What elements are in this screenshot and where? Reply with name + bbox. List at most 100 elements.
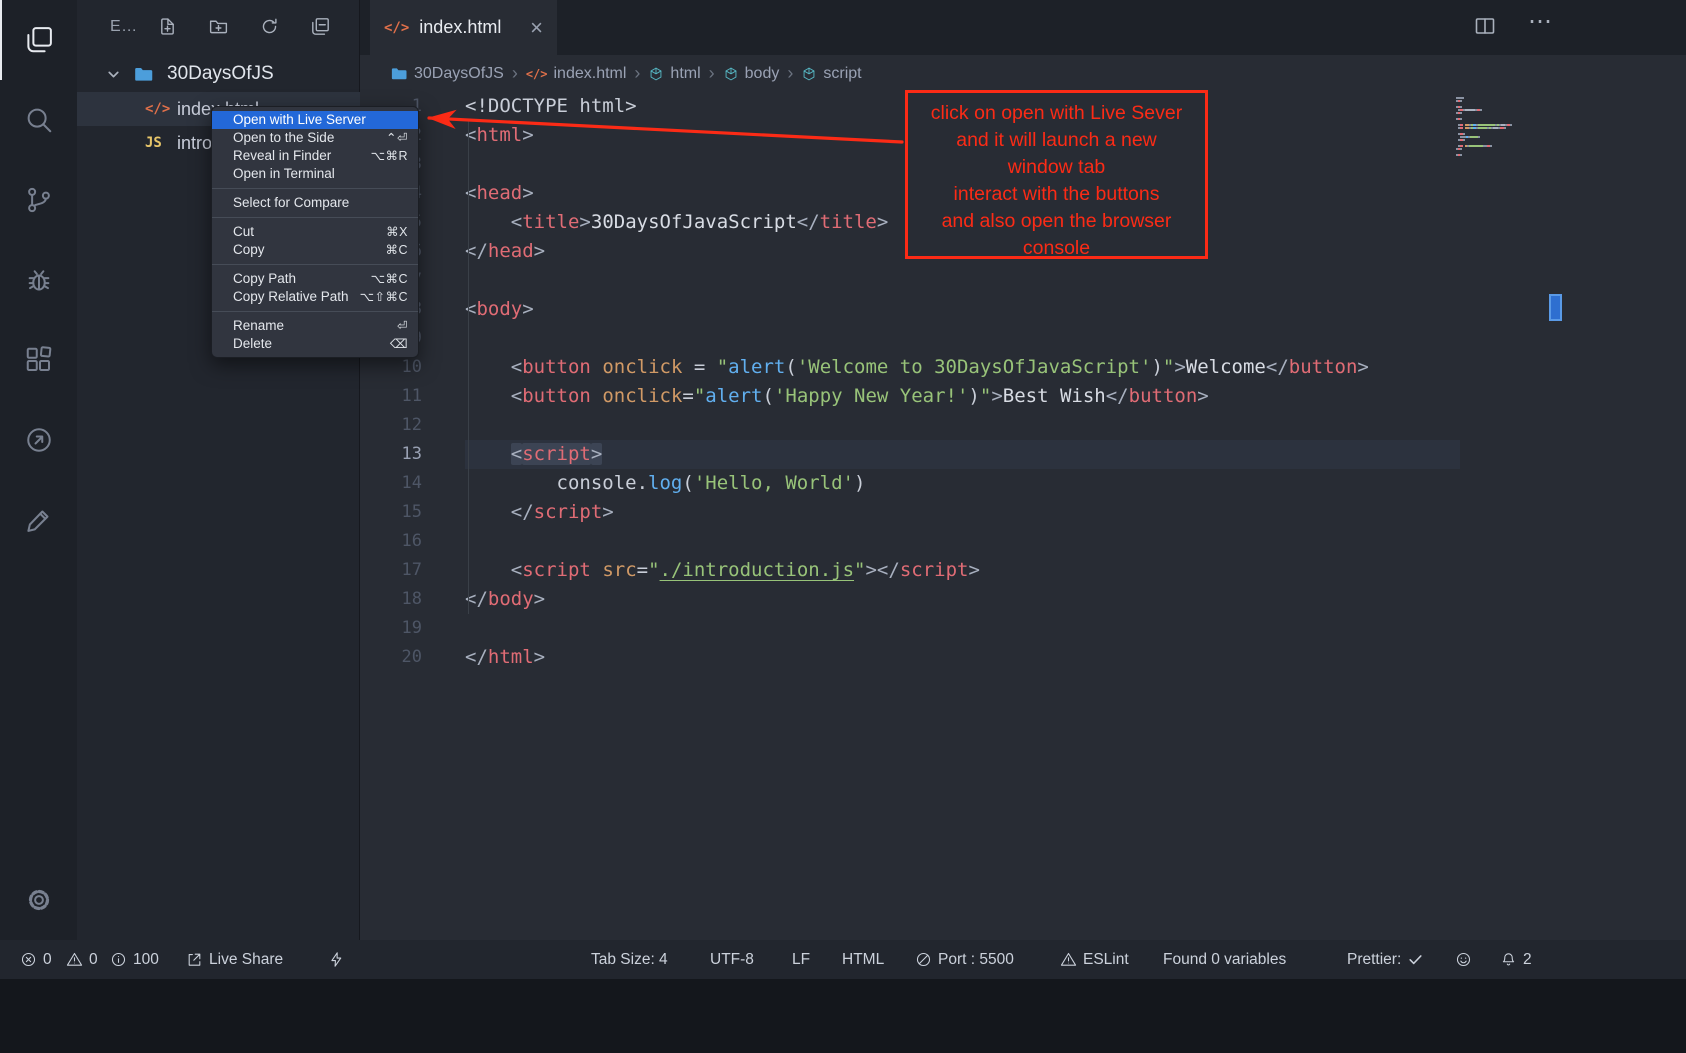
- folder-row-30daysofjs[interactable]: 30DaysOfJS: [77, 57, 360, 91]
- minimap-bar: [1510, 124, 1512, 126]
- code-token: >: [602, 501, 613, 523]
- refresh-icon[interactable]: [259, 16, 280, 42]
- notifications-bell[interactable]: 2: [1500, 940, 1532, 979]
- code-token: alert: [728, 356, 785, 378]
- minimap-line: [1456, 139, 1548, 141]
- problems-warnings[interactable]: 0: [66, 940, 98, 979]
- menu-item-cut[interactable]: Cut ⌘X: [212, 223, 418, 241]
- minimap-line: [1456, 151, 1548, 153]
- chevron-right-icon: ›: [634, 63, 640, 84]
- breadcrumb-file[interactable]: </> index.html: [526, 65, 627, 83]
- folder-icon: [133, 64, 154, 85]
- menu-item-open-with-live-server[interactable]: Open with Live Server: [212, 111, 418, 129]
- activity-run-debug[interactable]: [0, 240, 77, 320]
- code-line[interactable]: 15 </script>: [360, 498, 1686, 527]
- port-indicator[interactable]: Port : 5500: [915, 940, 1014, 979]
- breadcrumb-folder[interactable]: 30DaysOfJS: [390, 65, 504, 83]
- activity-live-preview[interactable]: [0, 400, 77, 480]
- tab-size-indicator[interactable]: Tab Size: 4: [591, 940, 668, 979]
- code-token: [591, 385, 602, 407]
- breadcrumb-html[interactable]: html: [648, 65, 700, 83]
- minimap[interactable]: [1456, 97, 1548, 157]
- live-share-button[interactable]: Live Share: [186, 940, 283, 979]
- code-token: [465, 472, 557, 494]
- minimap-line: [1456, 115, 1548, 117]
- info-indicator[interactable]: 100: [110, 940, 159, 979]
- collapse-folders-icon[interactable]: [310, 16, 331, 42]
- minimap-bar: [1480, 109, 1482, 111]
- menu-shortcut: ⌥⇧⌘C: [360, 288, 408, 306]
- menu-item-copy-relative-path[interactable]: Copy Relative Path ⌥⇧⌘C: [212, 288, 418, 306]
- code-line[interactable]: 9: [360, 324, 1686, 353]
- split-editor-icon[interactable]: [1473, 14, 1497, 43]
- window-bottom-strip: [0, 979, 1686, 1053]
- menu-item-copy-path[interactable]: Copy Path ⌥⌘C: [212, 270, 418, 288]
- line-number: 13: [360, 440, 422, 469]
- code-token: button: [1289, 356, 1358, 378]
- eol-indicator[interactable]: LF: [792, 940, 810, 979]
- bolt-icon: [328, 951, 345, 968]
- code-line[interactable]: 10 <button onclick = "alert('Welcome to …: [360, 353, 1686, 382]
- indent-guide: [468, 121, 469, 614]
- minimap-line: [1456, 142, 1548, 144]
- menu-item-open-to-the-side[interactable]: Open to the Side ⌃⏎: [212, 129, 418, 147]
- code-token: [591, 559, 602, 581]
- activity-search[interactable]: [0, 80, 77, 160]
- code-line[interactable]: 19: [360, 614, 1686, 643]
- code-line[interactable]: 20</html>: [360, 643, 1686, 672]
- menu-item-select-for-compare[interactable]: Select for Compare: [212, 194, 418, 212]
- code-text: <script>: [465, 440, 1460, 469]
- prettier-indicator[interactable]: Prettier:: [1347, 940, 1424, 979]
- language-indicator[interactable]: HTML: [842, 940, 884, 979]
- activity-extensions[interactable]: [0, 320, 77, 400]
- problems-errors[interactable]: 0: [20, 940, 52, 979]
- eslint-indicator[interactable]: ESLint: [1060, 940, 1129, 979]
- menu-item-rename[interactable]: Rename ⏎: [212, 317, 418, 335]
- minimap-line: [1456, 154, 1548, 156]
- code-token: [465, 443, 511, 465]
- activity-explorer[interactable]: [0, 0, 77, 80]
- bolt-indicator[interactable]: [328, 940, 345, 979]
- code-token: ": [1163, 356, 1174, 378]
- menu-item-reveal-in-finder[interactable]: Reveal in Finder ⌥⌘R: [212, 147, 418, 165]
- more-actions-icon[interactable]: ⋯: [1528, 10, 1553, 34]
- activity-source-control[interactable]: [0, 160, 77, 240]
- menu-shortcut: ⌘C: [385, 241, 408, 259]
- tab-index-html[interactable]: </> index.html ×: [370, 0, 557, 55]
- code-line[interactable]: 7: [360, 266, 1686, 295]
- code-line[interactable]: 12: [360, 411, 1686, 440]
- minimap-line: [1456, 109, 1548, 111]
- breadcrumb-body[interactable]: body: [723, 65, 780, 83]
- close-icon[interactable]: ×: [530, 18, 543, 38]
- code-line[interactable]: 17 <script src="./introduction.js"></scr…: [360, 556, 1686, 585]
- menu-item-open-in-terminal[interactable]: Open in Terminal: [212, 165, 418, 183]
- code-line[interactable]: 18</body>: [360, 585, 1686, 614]
- code-token: button: [522, 385, 591, 407]
- chevron-right-icon: ›: [709, 63, 715, 84]
- breadcrumb-label: index.html: [554, 65, 627, 83]
- feedback-smiley[interactable]: [1455, 940, 1472, 979]
- code-line[interactable]: 13 <script>: [360, 440, 1686, 469]
- bug-icon: [24, 265, 54, 295]
- pen-icon: [24, 505, 54, 535]
- menu-item-delete[interactable]: Delete ⌫: [212, 335, 418, 353]
- annotation-box: click on open with Live Sever and it wil…: [905, 90, 1208, 259]
- code-token: [591, 356, 602, 378]
- code-token: >: [522, 298, 533, 320]
- code-token: [465, 356, 511, 378]
- code-line[interactable]: 8<body>: [360, 295, 1686, 324]
- new-file-icon[interactable]: [157, 16, 178, 42]
- activity-pen-tool[interactable]: [0, 480, 77, 560]
- breadcrumb-script[interactable]: script: [801, 65, 861, 83]
- code-token: log: [648, 472, 682, 494]
- new-folder-icon[interactable]: [208, 16, 229, 42]
- code-token: body: [476, 298, 522, 320]
- smiley-icon: [1455, 951, 1472, 968]
- menu-item-copy[interactable]: Copy ⌘C: [212, 241, 418, 259]
- encoding-indicator[interactable]: UTF-8: [710, 940, 754, 979]
- code-line[interactable]: 14 console.log('Hello, World'): [360, 469, 1686, 498]
- activity-settings[interactable]: [0, 860, 77, 940]
- variables-indicator[interactable]: Found 0 variables: [1163, 940, 1286, 979]
- code-line[interactable]: 11 <button onclick="alert('Happy New Yea…: [360, 382, 1686, 411]
- code-line[interactable]: 16: [360, 527, 1686, 556]
